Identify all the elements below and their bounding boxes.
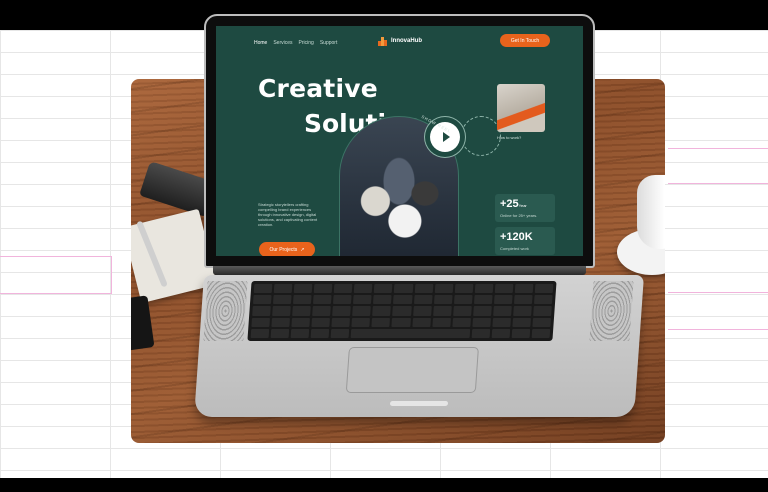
stat-card: +25Year Online for 25+ years. <box>495 194 555 222</box>
coffee-cup-image <box>637 175 665 249</box>
nav-links: Home Services Pricing Support <box>254 40 337 46</box>
brand-name: InnovaHub <box>391 38 422 44</box>
speaker-grille <box>203 281 248 341</box>
laptop-lid: Home Services Pricing Support InnovaHub … <box>204 14 595 268</box>
nav-link-services[interactable]: Services <box>273 40 292 46</box>
how-to-work-label[interactable]: How to work? <box>497 135 521 140</box>
nav-link-pricing[interactable]: Pricing <box>299 40 314 46</box>
arrow-up-right-icon: ↗ <box>300 246 305 253</box>
stat-value: +120K <box>500 231 533 243</box>
hero-title-line1: Creative <box>258 74 378 103</box>
lid-notch <box>389 401 449 406</box>
our-projects-label: Our Projects <box>269 246 298 253</box>
stat-card: +120K Completed work <box>495 227 555 255</box>
showreel-ring <box>461 116 501 156</box>
get-in-touch-button[interactable]: Get In Touch <box>500 34 550 47</box>
logo-icon <box>378 36 388 46</box>
keyboard <box>247 281 557 341</box>
phone-image <box>131 295 155 351</box>
stat-value: +25Year <box>500 198 527 210</box>
how-to-work-thumbnail[interactable] <box>497 84 545 132</box>
highlight-band <box>668 292 768 330</box>
website-screen: Home Services Pricing Support InnovaHub … <box>216 26 583 256</box>
stat-label: Online for 25+ years. <box>500 213 538 218</box>
highlight-band <box>668 148 768 184</box>
hero-description: Strategic storytellers crafting compelli… <box>258 202 318 227</box>
trackpad <box>345 347 479 393</box>
highlight-band <box>0 256 112 294</box>
speaker-grille <box>589 281 634 341</box>
laptop-base <box>194 275 645 417</box>
our-projects-button[interactable]: Our Projects ↗ <box>259 242 315 256</box>
laptop-hinge <box>213 266 586 275</box>
nav-link-support[interactable]: Support <box>320 40 338 46</box>
brand-logo[interactable]: InnovaHub <box>378 36 422 46</box>
site-nav: Home Services Pricing Support InnovaHub … <box>216 26 583 54</box>
nav-link-home[interactable]: Home <box>254 40 267 46</box>
stat-label: Completed work <box>500 246 529 251</box>
